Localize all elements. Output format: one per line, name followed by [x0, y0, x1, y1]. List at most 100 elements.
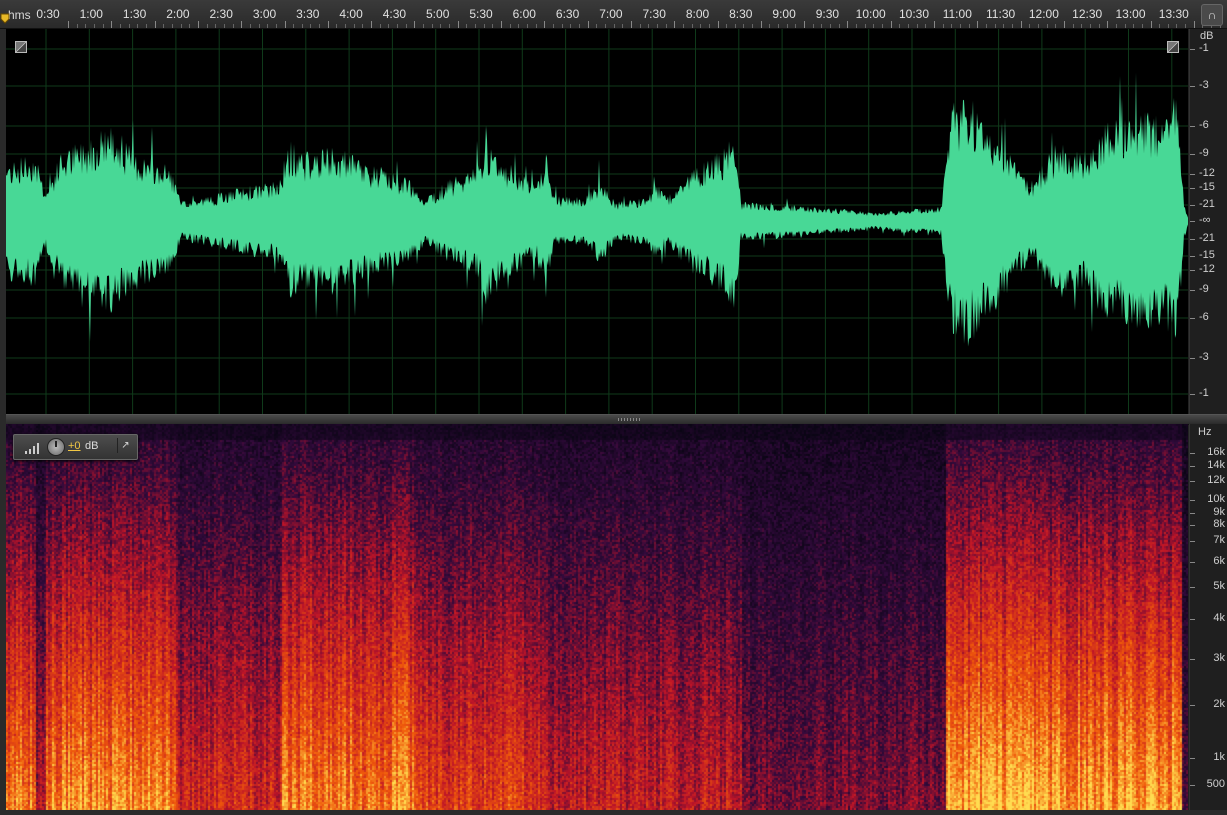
frequency-scale-label: 2k [1213, 698, 1225, 710]
ruler-tick [111, 21, 113, 28]
amplitude-scale-tick [1190, 221, 1195, 222]
ruler-minor-tick [1159, 24, 1161, 28]
ruler-tick [674, 21, 676, 28]
ruler-tick-label: 7:00 [599, 7, 623, 21]
frequency-scale-tick [1190, 562, 1195, 563]
ruler-minor-tick [752, 24, 754, 28]
hud-gain-control[interactable]: +0 dB ↗ [13, 434, 138, 460]
knob-icon[interactable] [47, 438, 65, 456]
ruler-minor-tick [985, 24, 987, 28]
ruler-minor-tick [128, 24, 130, 28]
playhead-marker-icon[interactable] [0, 13, 10, 27]
amplitude-scale: dB -1 -3 -6 -9 -12 -15 -21 -∞ -21 -15 -12 -9 -6 -3 -1 [1189, 29, 1227, 414]
ruler-minor-tick [604, 24, 606, 28]
ruler-minor-tick [405, 24, 407, 28]
ruler-minor-tick [345, 24, 347, 28]
pin-icon[interactable]: ↗ [117, 438, 133, 453]
ruler-tick-label: 2:00 [166, 7, 190, 21]
ruler-minor-tick [362, 24, 364, 28]
ruler-tick-label: 1:00 [79, 7, 103, 21]
zoom-corner-handle-left[interactable] [15, 41, 27, 53]
ruler-tick [544, 21, 546, 28]
waveform-display[interactable] [6, 29, 1188, 414]
ruler-tick [154, 21, 156, 28]
ruler-minor-tick [1124, 24, 1126, 28]
amplitude-scale-label: -6 [1199, 311, 1209, 323]
ruler-minor-tick [734, 24, 736, 28]
amplitude-scale-label: -9 [1199, 147, 1209, 159]
ruler-minor-tick [925, 24, 927, 28]
ruler-minor-tick [1185, 24, 1187, 28]
frequency-scale: Hz 16k 14k 12k 10k 9k 8k 7k 6k 5k 4k 3k 2k 1k 500 [1189, 424, 1227, 810]
ruler-tick [197, 21, 199, 28]
ruler-minor-tick [821, 24, 823, 28]
splitter-grip[interactable] [618, 418, 642, 421]
ruler-tick-label: 6:30 [555, 7, 580, 21]
ruler-tick-label: 1:30 [122, 7, 147, 21]
ruler-tick [414, 21, 416, 28]
ruler-minor-tick [726, 24, 728, 28]
amplitude-scale-tick [1190, 239, 1195, 240]
ruler-minor-tick [561, 24, 563, 28]
ruler-minor-tick [708, 24, 710, 28]
ruler-minor-tick [994, 24, 996, 28]
zoom-corner-handle-right[interactable] [1167, 41, 1179, 53]
ruler-minor-tick [1003, 24, 1005, 28]
ruler-tick [241, 21, 243, 28]
ruler-minor-tick [232, 24, 234, 28]
ruler-minor-tick [700, 24, 702, 28]
ruler-tick-label: 10:00 [855, 7, 886, 21]
ruler-minor-tick [310, 24, 312, 28]
ruler-tick-label: 5:30 [469, 7, 493, 21]
ruler-tick-label: 7:30 [642, 7, 666, 21]
amplitude-scale-tick [1190, 290, 1195, 291]
amplitude-scale-tick [1190, 270, 1195, 271]
ruler-tick-label: 11:00 [942, 7, 972, 21]
timeline-ruler[interactable]: hms 0:30 1:00 1:30 2:00 2:30 3:00 3:30 4:00 4:30… [0, 0, 1227, 29]
frequency-scale-label: 4k [1213, 612, 1225, 624]
frequency-scale-label: 3k [1213, 652, 1225, 664]
frequency-scale-tick [1190, 466, 1195, 467]
time-unit-label: hms [8, 8, 31, 22]
ruler-tick-label: 13:00 [1115, 7, 1146, 21]
ruler-minor-tick [596, 24, 598, 28]
ruler-minor-tick [1072, 24, 1074, 28]
ruler-tick-label: 4:00 [339, 7, 363, 21]
frequency-scale-tick [1190, 525, 1195, 526]
frequency-scale-tick [1190, 758, 1195, 759]
frequency-scale-tick [1190, 705, 1195, 706]
ruler-minor-tick [613, 24, 615, 28]
ruler-minor-tick [492, 24, 494, 28]
amplitude-scale-label: -∞ [1199, 214, 1211, 226]
ruler-minor-tick [665, 24, 667, 28]
ruler-tick [587, 21, 589, 28]
frequency-scale-tick [1190, 541, 1195, 542]
spectral-display[interactable] [6, 424, 1188, 810]
ruler-minor-tick [249, 24, 251, 28]
ruler-minor-tick [916, 24, 918, 28]
frequency-scale-tick [1190, 513, 1195, 514]
ruler-minor-tick [959, 24, 961, 28]
amplitude-scale-label: -1 [1199, 42, 1209, 54]
ruler-tick-label: 3:00 [252, 7, 277, 21]
ruler-minor-tick [1176, 24, 1178, 28]
ruler-minor-tick [942, 24, 944, 28]
gain-value[interactable]: +0 [68, 440, 81, 452]
frequency-unit-label: Hz [1198, 426, 1212, 438]
frequency-scale-label: 14k [1207, 459, 1225, 471]
ruler-minor-tick [968, 24, 970, 28]
gain-unit: dB [85, 440, 99, 452]
headphones-icon[interactable]: ∩ [1201, 4, 1223, 26]
ruler-tick-label: 11:30 [986, 7, 1016, 21]
ruler-minor-tick [137, 24, 139, 28]
ruler-minor-tick [145, 24, 147, 28]
frequency-scale-tick [1190, 619, 1195, 620]
ruler-tick-label: 6:00 [512, 7, 536, 21]
spectrogram-graphic [6, 424, 1188, 810]
frequency-scale-label: 7k [1213, 534, 1225, 546]
amplitude-scale-label: -15 [1199, 181, 1215, 193]
amplitude-scale-tick [1190, 86, 1195, 87]
ruler-minor-tick [769, 24, 771, 28]
ruler-tick-label: 2:30 [209, 7, 233, 21]
ruler-tick-label: 8:30 [729, 7, 753, 21]
